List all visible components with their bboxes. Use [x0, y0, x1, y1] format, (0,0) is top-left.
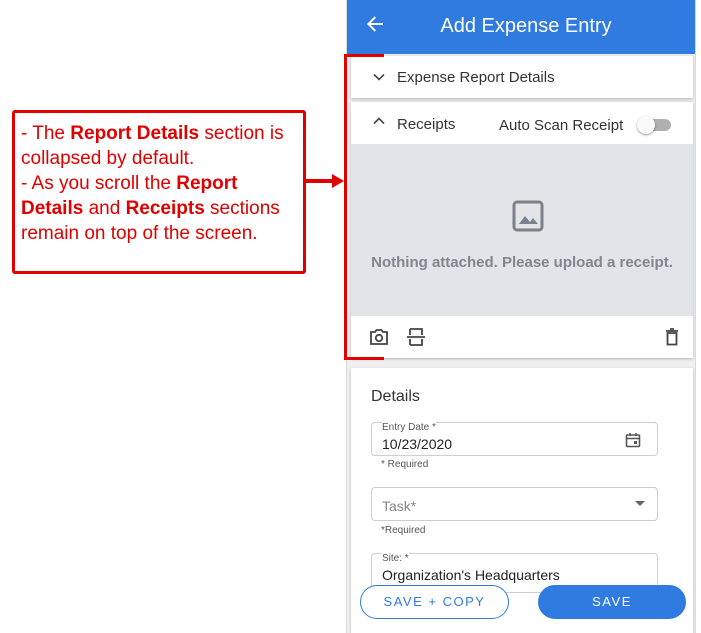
receipt-dropzone[interactable]: Nothing attached. Please upload a receip… — [351, 144, 693, 316]
trash-icon[interactable] — [665, 328, 679, 351]
site-label: Site: * — [382, 553, 409, 564]
calendar-icon[interactable] — [625, 432, 641, 453]
task-placeholder: Task* — [382, 498, 417, 514]
empty-receipt-message: Nothing attached. Please upload a receip… — [371, 254, 673, 271]
save-copy-button[interactable]: SAVE + COPY — [360, 585, 509, 619]
entry-date-label: Entry Date * — [382, 422, 436, 433]
task-select[interactable]: Task* — [371, 487, 658, 521]
annotation-arrow-head — [332, 174, 344, 188]
image-icon — [512, 200, 544, 237]
auto-scan-toggle[interactable] — [637, 116, 671, 134]
expense-report-details-section[interactable]: Expense Report Details — [351, 56, 693, 98]
annotation-text: - The — [21, 123, 71, 144]
task-helper: *Required — [381, 525, 426, 536]
annotation-text: and — [83, 198, 126, 219]
screenshot-canvas: - The Report Details section is collapse… — [0, 0, 701, 633]
auto-scan-label: Auto Scan Receipt — [499, 117, 624, 134]
annotation-bold-text: Report Details — [70, 123, 200, 144]
annotation-callout: - The Report Details section is collapse… — [12, 110, 306, 274]
annotation-text: - As you scroll the — [21, 173, 177, 194]
entry-date-field[interactable]: Entry Date * 10/23/2020 — [371, 422, 658, 456]
mobile-screen: Add Expense Entry Expense Report Details… — [346, 0, 696, 633]
section-label: Expense Report Details — [397, 69, 555, 86]
receipts-section: Receipts Auto Scan Receipt Nothing attac… — [351, 102, 693, 358]
app-bar: Add Expense Entry — [347, 0, 695, 54]
site-value: Organization's Headquarters — [382, 567, 560, 583]
save-button[interactable]: SAVE — [538, 585, 686, 619]
details-title: Details — [371, 388, 420, 405]
page-title: Add Expense Entry — [440, 15, 612, 37]
dropdown-arrow-icon — [635, 501, 645, 506]
entry-date-helper: * Required — [381, 459, 429, 470]
toggle-thumb — [637, 116, 655, 134]
scan-icon[interactable] — [406, 328, 426, 351]
section-label: Receipts — [397, 116, 456, 133]
annotation-bold-text: Receipts — [125, 198, 205, 219]
annotation-bracket — [344, 54, 384, 360]
entry-date-value: 10/23/2020 — [382, 436, 453, 452]
